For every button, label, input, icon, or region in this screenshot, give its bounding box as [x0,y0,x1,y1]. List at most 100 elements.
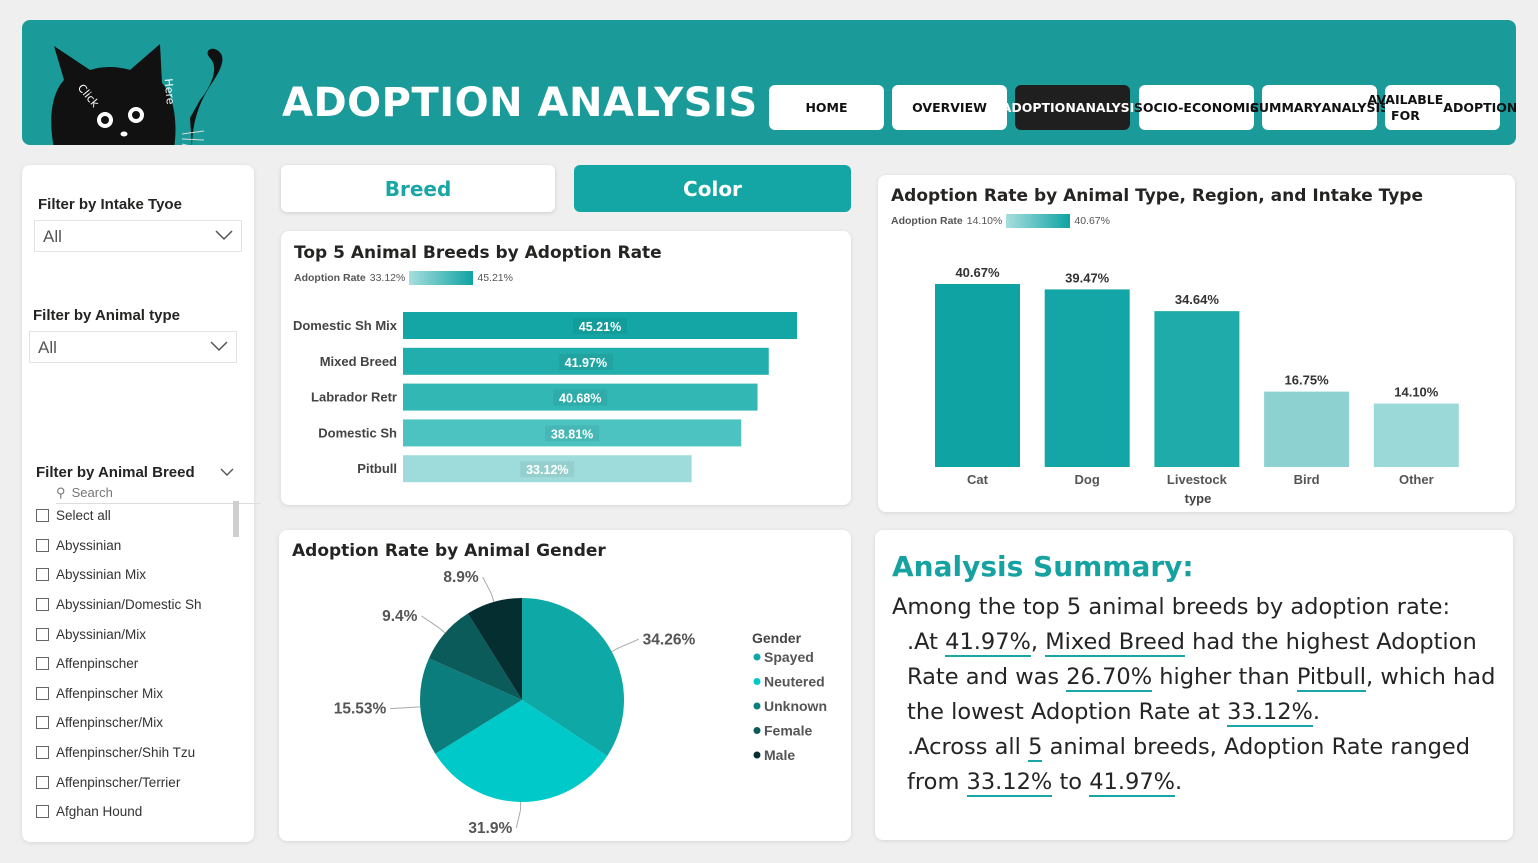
breed-list-item[interactable]: Abyssinian [36,531,241,561]
checkbox[interactable] [36,568,49,582]
bar[interactable] [1154,311,1240,467]
breed-name: Afghan Hound [56,804,143,820]
bar-data-label: 45.21% [579,320,621,334]
legend-marker [753,702,761,710]
breed-list-item[interactable]: Affenpinscher/Mix [36,708,241,738]
leader-line [390,706,421,710]
breed-list-item[interactable]: Affenpinscher [36,649,241,679]
nav-button-home[interactable]: HOME [769,85,884,130]
breed-list-item[interactable]: Abyssinian/Domestic Sh [36,590,241,620]
breed-list-item[interactable]: Affenpinscher Mix [36,679,241,709]
breed-list-item[interactable]: Affenpinscher/Terrier [36,767,241,797]
bar-data-label: 33.12% [526,463,568,477]
x-tick-label: Livestock [1167,472,1228,487]
bar-data-label: 38.81% [551,427,593,441]
breed-bar-chart: Domestic Sh Mix 45.21% Mixed Breed 41.97% La… [293,312,797,483]
breed-name: Affenpinscher/Terrier [56,774,181,790]
breed-list-scrollbar[interactable] [233,501,239,537]
checkbox[interactable] [36,686,49,700]
search-placeholder: Search [71,485,113,500]
checkbox[interactable] [36,509,49,523]
checkbox[interactable] [36,746,49,760]
leader-line [421,615,446,634]
bar[interactable] [1044,289,1130,467]
legend-marker [753,751,761,759]
pie-legend-item[interactable]: Female [764,723,812,739]
summary-value: 41.97% [945,629,1031,657]
breed-toggle-button[interactable]: Breed [281,165,555,212]
summary-value: 5 [1028,734,1043,762]
bar-category-label: Domestic Sh Mix [293,318,398,333]
nav-button-summary-analysis[interactable]: SUMMARY ANALYSIS [1250,85,1389,130]
bar[interactable] [1264,391,1350,467]
pie-legend-item[interactable]: Spayed [764,649,814,665]
bar-data-label: 40.68% [559,392,601,406]
checkbox[interactable] [36,538,49,552]
legend-marker [753,653,761,661]
breed-name: Abyssinian [56,537,122,553]
nav-button-adoption-analysis[interactable]: ADOPTION ANALYSIS [1002,85,1143,130]
type-chart-legend: Adoption Rate 14.10% 40.67% [891,214,1110,228]
checkbox[interactable] [36,805,49,819]
color-toggle-button[interactable]: Color [574,165,851,212]
pie-legend-item[interactable]: Male [764,747,795,763]
checkbox[interactable] [36,716,49,730]
breed-list-item[interactable]: Select all [36,501,241,531]
breed-list-item[interactable]: Abyssinian Mix [36,560,241,590]
bar-category-label: Mixed Breed [320,354,397,369]
nav-button-available-for-adoption[interactable]: AVAILABLE FOR ADOPTION [1368,85,1516,130]
pie-legend-title: Gender [752,630,802,646]
pie-legend-item[interactable]: Neutered [764,674,825,690]
bar-data-label: 40.67% [955,265,1000,280]
summary-value: Pitbull [1296,664,1367,692]
summary-bullet-2: .Across all 5 animal breeds, Adoption Ra… [907,734,1471,797]
x-tick-label: Dog [1075,472,1100,487]
pie-data-label: 8.9% [443,570,479,586]
animal-type-dropdown[interactable]: All [29,331,237,363]
leader-line [482,576,495,603]
breed-filter-label: Filter by Animal Breed [36,464,195,481]
checkbox[interactable] [36,657,49,671]
summary-value: 33.12% [966,769,1053,797]
breed-chart-title: Top 5 Animal Breeds by Adoption Rate [294,243,662,263]
leader-line [611,638,639,653]
x-axis-title: type [1185,491,1212,506]
type-chart-title: Adoption Rate by Animal Type, Region, an… [891,186,1424,206]
chevron-down-icon[interactable] [220,467,234,477]
checkbox[interactable] [36,775,49,789]
x-tick-label: Other [1399,472,1434,487]
search-icon: ⚲ [56,485,66,500]
cat-here-text: Here [162,78,177,105]
nav-button-overview[interactable]: OVERVIEW [892,85,1007,130]
checkbox[interactable] [36,627,49,641]
summary-value: 33.12% [1227,699,1313,727]
bar-data-label: 39.47% [1065,270,1110,285]
breed-name: Abyssinian Mix [56,567,147,583]
summary-bullet-1: .At 41.97%, Mixed Breed had the highest … [907,629,1496,727]
breed-list-item[interactable]: Affenpinscher/Shih Tzu [36,738,241,768]
bar[interactable] [1373,403,1459,467]
legend-gradient [1006,214,1071,228]
animal-type-value: All [38,338,57,357]
leader-line [515,801,522,829]
x-tick-label: Bird [1294,472,1320,487]
filter-panel: Filter by Intake Tyoe All Filter by Anim… [22,165,261,842]
breed-list-item[interactable]: Abyssinian/Mix [36,619,241,649]
animal-filter-label: Filter by Animal type [33,307,180,324]
cat-logo-icon[interactable]: Click Here [42,38,262,145]
pie-data-label: 15.53% [334,701,387,718]
checkbox[interactable] [36,598,49,612]
intake-filter-label: Filter by Intake Tyoe [38,196,182,213]
intake-type-dropdown[interactable]: All [34,220,242,252]
header-banner: Click Here ADOPTION ANALYSIS HOME OVERVIE… [22,20,1516,145]
pie-data-label: 31.9% [468,820,512,837]
breed-chart-card: Top 5 Animal Breeds by Adoption Rate Ado… [281,231,851,505]
bar[interactable] [935,284,1020,467]
pie-legend-item[interactable]: Unknown [764,698,827,714]
breed-list-item[interactable]: Afghan Hound [36,797,241,827]
nav-button-socio-economic[interactable]: SOCIO- ECONOMIC [1134,85,1259,130]
pie-data-label: 9.4% [382,608,418,625]
breed-chart-legend: Adoption Rate 33.12% 45.21% [294,271,513,285]
legend-max: 40.67% [1074,215,1110,227]
legend-label: Adoption Rate [891,215,963,227]
